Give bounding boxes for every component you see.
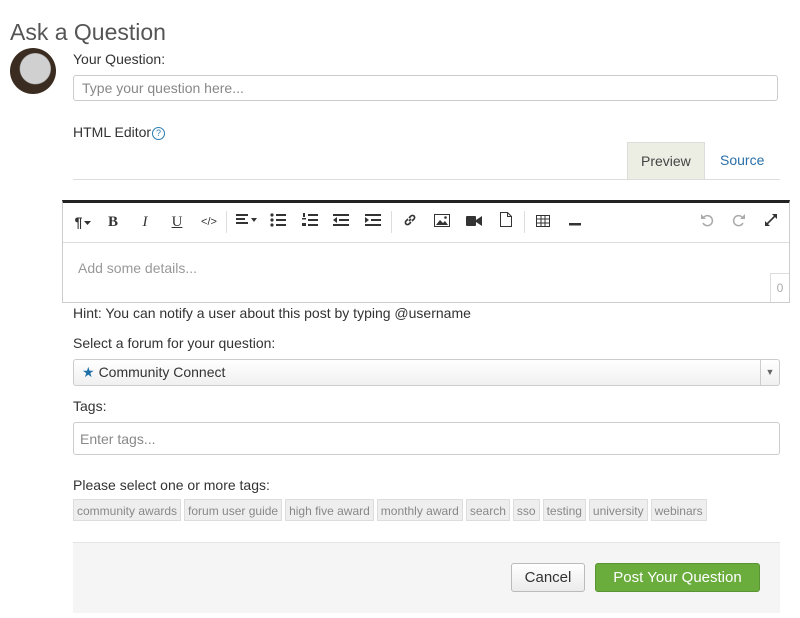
forum-selected-value: Community Connect <box>98 364 226 380</box>
editor-content-area[interactable]: Add some details... <box>78 260 197 276</box>
tag-chip[interactable]: university <box>588 499 648 521</box>
bullet-list-icon[interactable] <box>268 212 288 232</box>
link-icon[interactable] <box>400 212 420 232</box>
horizontal-rule-icon[interactable] <box>565 212 585 232</box>
tabs-divider <box>73 179 780 180</box>
tag-chip[interactable]: webinars <box>650 499 707 521</box>
tags-label: Tags: <box>73 398 107 414</box>
tab-preview[interactable]: Preview <box>627 142 705 179</box>
forum-select[interactable]: ★ Community Connect ▼ <box>73 359 780 386</box>
numbered-list-icon[interactable] <box>300 212 320 232</box>
paragraph-icon[interactable]: ¶ <box>69 212 97 232</box>
table-icon[interactable] <box>533 212 553 232</box>
help-icon[interactable]: ? <box>152 127 166 140</box>
tags-select-label: Please select one or more tags: <box>73 477 270 493</box>
bold-icon[interactable]: B <box>103 212 123 232</box>
mention-hint: Hint: You can notify a user about this p… <box>73 305 471 321</box>
align-icon[interactable] <box>233 212 259 232</box>
page-title: Ask a Question <box>10 19 166 46</box>
cancel-button[interactable]: Cancel <box>511 563 585 592</box>
redo-icon[interactable] <box>729 212 749 232</box>
question-label: Your Question: <box>73 51 166 67</box>
indent-icon[interactable] <box>363 212 383 232</box>
tag-options: community awards forum user guide high f… <box>73 499 707 521</box>
tag-chip[interactable]: monthly award <box>376 499 463 521</box>
form-actions: Cancel Post Your Question <box>73 542 780 613</box>
underline-icon[interactable]: U <box>167 212 187 232</box>
outdent-icon[interactable] <box>331 212 351 232</box>
chevron-down-icon[interactable]: ▼ <box>760 360 779 385</box>
star-icon: ★ <box>82 364 95 380</box>
toolbar-separator <box>226 211 227 233</box>
tag-chip[interactable]: testing <box>542 499 586 521</box>
character-counter: 0 <box>770 273 789 302</box>
image-icon[interactable] <box>432 212 452 232</box>
toolbar-separator <box>524 211 525 233</box>
undo-icon[interactable] <box>697 212 717 232</box>
fullscreen-icon[interactable] <box>761 212 781 232</box>
tag-chip[interactable]: high five award <box>285 499 374 521</box>
toolbar-separator <box>391 211 392 233</box>
avatar <box>10 48 56 94</box>
html-editor: ¶ B I U </> Add some details... 0 <box>62 200 790 303</box>
tag-chip[interactable]: community awards <box>73 499 182 521</box>
code-icon[interactable]: </> <box>199 212 219 232</box>
tag-chip[interactable]: forum user guide <box>184 499 283 521</box>
file-icon[interactable] <box>496 212 516 232</box>
question-input[interactable] <box>73 75 778 101</box>
html-editor-label-text: HTML Editor <box>73 124 152 140</box>
post-question-button[interactable]: Post Your Question <box>595 563 760 592</box>
video-icon[interactable] <box>464 212 484 232</box>
tag-chip[interactable]: search <box>465 499 510 521</box>
html-editor-label: HTML Editor? <box>73 124 166 140</box>
forum-label: Select a forum for your question: <box>73 335 276 351</box>
tab-source[interactable]: Source <box>707 142 777 179</box>
italic-icon[interactable]: I <box>135 212 155 232</box>
editor-toolbar: ¶ B I U </> <box>63 203 789 243</box>
tag-chip[interactable]: sso <box>512 499 540 521</box>
tags-input[interactable] <box>73 422 780 455</box>
